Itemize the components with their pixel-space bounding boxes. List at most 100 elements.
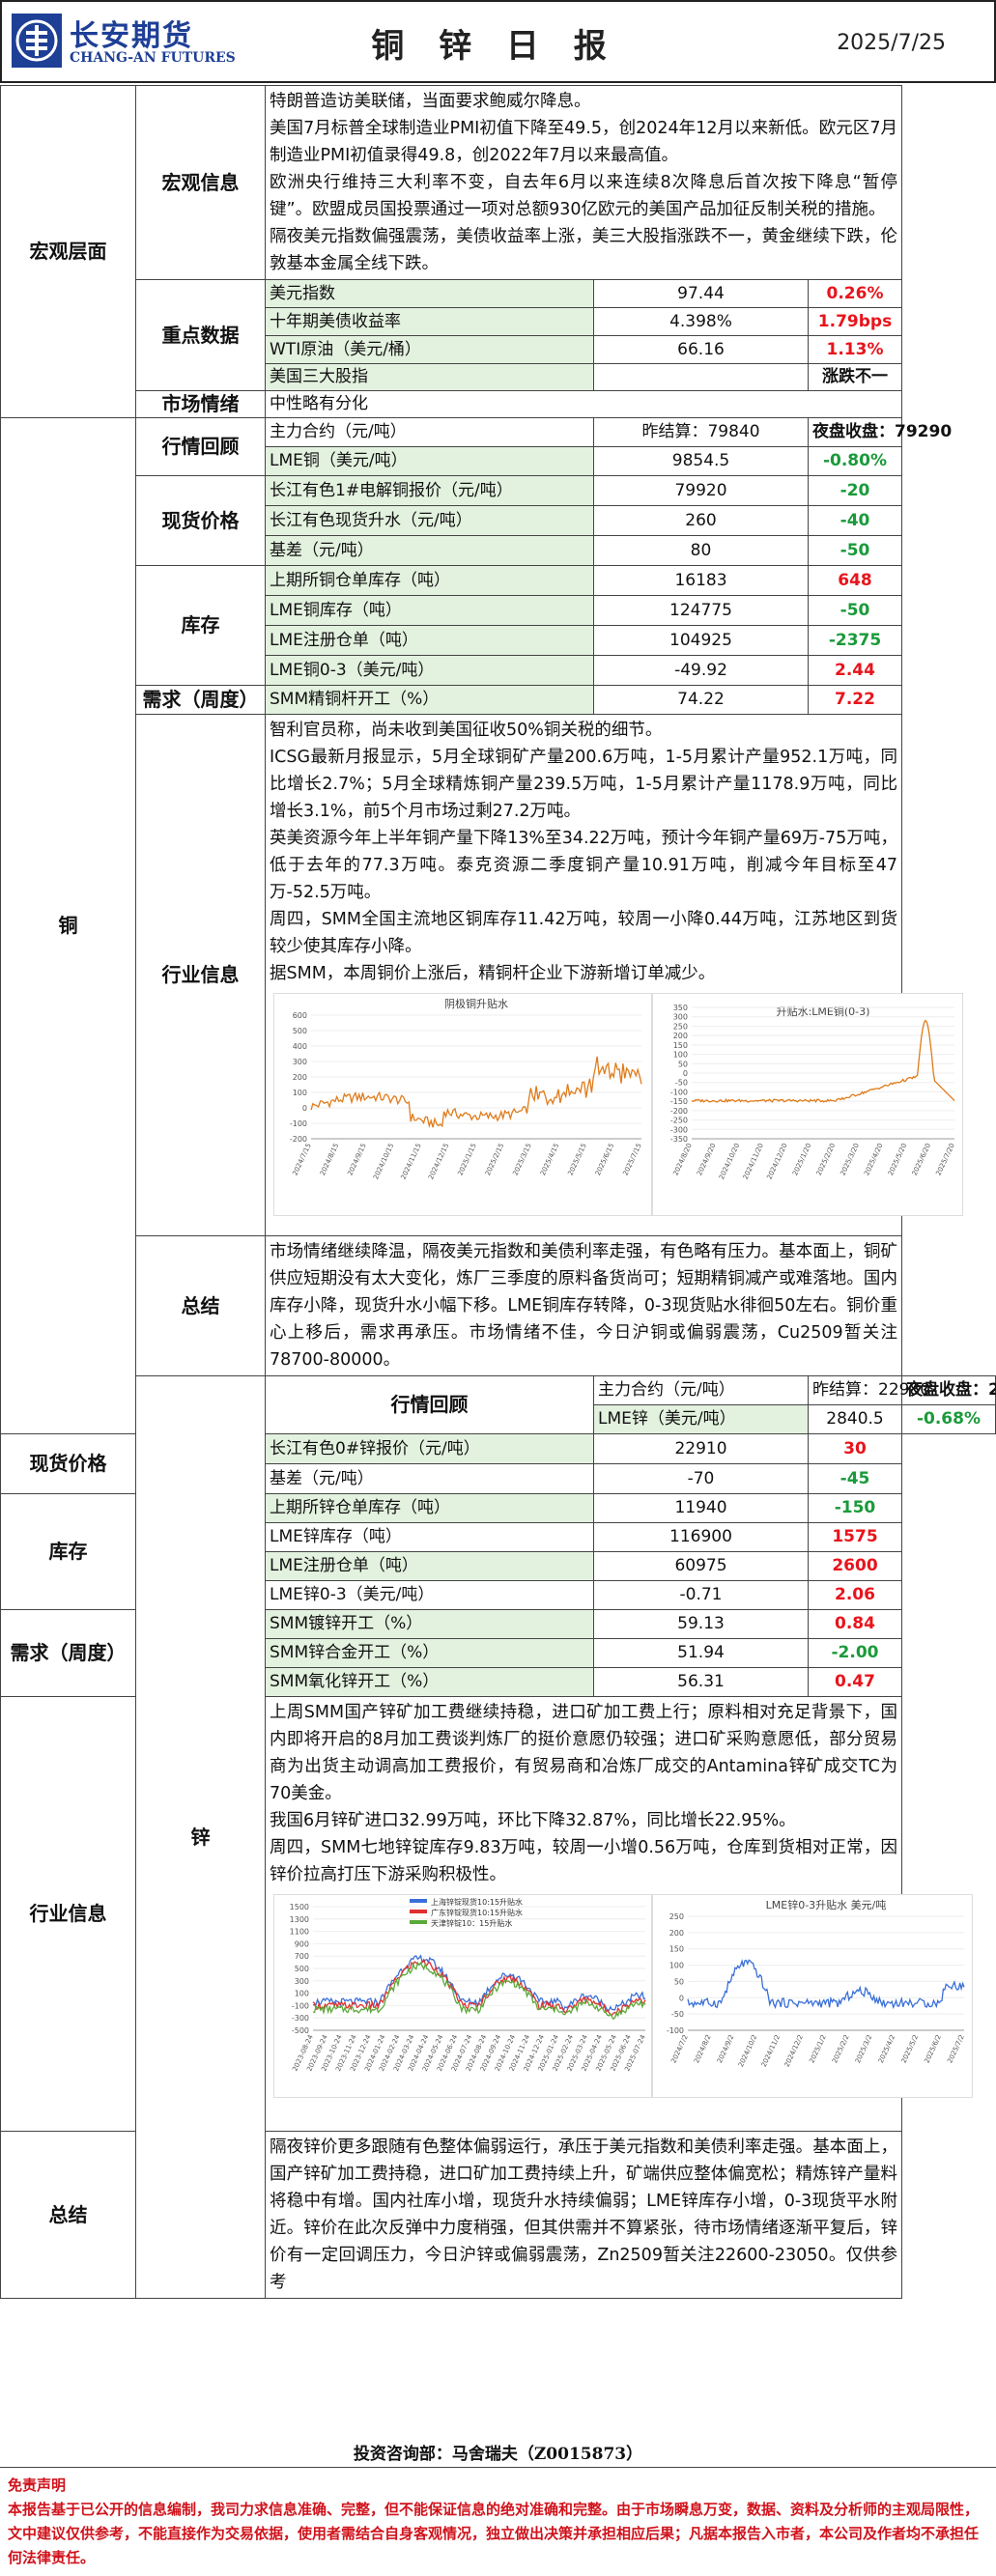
x-tick-label: 2025/4/20 [863, 1142, 884, 1176]
cu-spot-change: -20 [808, 475, 902, 506]
x-tick-label: 2025/2/2 [831, 2033, 851, 2064]
zn-industry-para: 上周SMM国产锌矿加工费继续持稳，进口矿加工费上行；原料相对充足背景下，国内即将… [270, 1703, 897, 1803]
x-tick-label: 2025/2/20 [815, 1142, 837, 1176]
x-tick-label: 2024/10/15 [372, 1142, 395, 1180]
section-macro: 宏观层面 [0, 85, 136, 418]
cu-stock-name: 上期所铜仓单库存（吨） [265, 565, 594, 596]
y-tick-label: 200 [293, 1073, 307, 1082]
zn-quote-value: 昨结算：22980 [808, 1375, 930, 1405]
y-tick-label: 900 [295, 1939, 309, 1948]
cu-stock-label: 库存 [135, 565, 266, 686]
x-tick-label: 2024/7/2 [669, 2033, 690, 2064]
y-tick-label: -300 [292, 2014, 309, 2023]
zn-stock-value: -0.71 [593, 1580, 809, 1610]
section-copper: 铜 [0, 417, 136, 1434]
y-tick-label: 0 [679, 1994, 684, 2002]
y-tick-label: 200 [669, 1929, 684, 1938]
x-tick-label: 2025/2/15 [484, 1142, 505, 1176]
zn-premium-chart: -500 -300 -100 100 300 500 700 900 1100 1300 1500 2… [273, 1894, 652, 2098]
zn-demand-change: 0.84 [808, 1609, 902, 1639]
zn-premium-series [312, 1958, 646, 2016]
zn-demand-label: 需求（周度） [0, 1609, 136, 1697]
key-row-change: 1.13% [808, 335, 902, 364]
y-tick-label: 500 [295, 1965, 309, 1973]
key-row-change: 1.79bps [808, 307, 902, 336]
macro-para: 隔夜美元指数偏强震荡，美债收益率上涨，美三大股指涨跌不一，黄金继续下跌，伦敦基本… [270, 227, 897, 273]
macro-info-label: 宏观信息 [135, 85, 266, 280]
changan-logo-icon [12, 14, 62, 68]
zn-spot-name: 基差（元/吨） [265, 1463, 594, 1494]
key-row-value [593, 363, 809, 391]
key-row-name: WTI原油（美元/桶） [265, 335, 594, 364]
logo-en-text: CHANG-AN FUTURES [70, 50, 236, 66]
x-tick-label: 2024/11/2 [760, 2033, 782, 2068]
cu-summary-label: 总结 [135, 1235, 266, 1376]
cu-charts: 阴极铜升贴水 -200 -100 0 100 200 300 400 500 600 2024/7/… [270, 987, 963, 1220]
zn-summary-label: 总结 [0, 2131, 136, 2299]
y-tick-label: 150 [669, 1945, 684, 1954]
y-tick-label: -350 [670, 1135, 688, 1144]
y-tick-label: 1100 [290, 1928, 309, 1937]
y-tick-label: -150 [670, 1097, 688, 1106]
zn-demand-change: -2.00 [808, 1638, 902, 1668]
y-tick-label: 150 [673, 1041, 688, 1050]
x-tick-label: 2025/3/15 [511, 1142, 532, 1176]
zn-spot-value: -70 [593, 1463, 809, 1494]
zn-industry-label: 行业信息 [0, 1696, 136, 2132]
x-tick-label: 2025/7/2 [946, 2033, 966, 2064]
x-tick-label: 2024/8/20 [671, 1142, 693, 1176]
cu-lme-series [691, 1019, 955, 1104]
zn-stock-value: 11940 [593, 1493, 809, 1523]
zn-spot-name: 长江有色0#锌报价（元/吨） [265, 1433, 594, 1464]
cu-summary-text: 市场情绪继续降温，隔夜美元指数和美债利率走强，有色略有压力。基本面上，铜矿供应短… [265, 1235, 902, 1376]
cu-quote-name: 主力合约（元/吨） [265, 417, 594, 447]
cu-stock-value: 104925 [593, 625, 809, 656]
x-tick-label: 2024/7/15 [291, 1142, 312, 1176]
x-tick-label: 2024/12/20 [765, 1142, 788, 1180]
zn-demand-name: SMM镀锌开工（%） [265, 1609, 594, 1639]
zn-demand-name: SMM氧化锌开工（%） [265, 1667, 594, 1697]
y-tick-label: 700 [295, 1952, 309, 1961]
zn-demand-value: 51.94 [593, 1638, 809, 1668]
cu-spot-change: -40 [808, 505, 902, 536]
zn-stock-label: 库存 [0, 1493, 136, 1610]
zn-lme-series [687, 1959, 965, 2010]
cu-stock-change: 2.44 [808, 655, 902, 686]
cu-lme-chart-svg: 升贴水:LME铜(0-3) -350-300-250-200-150-100-50… [670, 1004, 956, 1180]
zn-demand-name: SMM锌合金开工（%） [265, 1638, 594, 1668]
disclaimer-block: 免责声明 本报告基于已公开的信息编制，我司力求信息准确、完整，但不能保证信息的绝… [0, 2467, 996, 2576]
zn-quote-name: 主力合约（元/吨） [593, 1375, 809, 1405]
y-tick-label: 300 [673, 1013, 688, 1022]
x-tick-label: 2025/1/2 [808, 2033, 828, 2064]
legend-swatch [410, 1920, 427, 1924]
y-tick-label: 250 [669, 1912, 684, 1921]
key-row-value: 66.16 [593, 335, 809, 364]
zn-quote-label: 行情回顾 [265, 1375, 594, 1434]
section-zinc: 锌 [135, 1375, 266, 2299]
y-tick-label: 0 [683, 1069, 688, 1078]
y-tick-label: 100 [673, 1051, 688, 1060]
cu-spot-value: 79920 [593, 475, 809, 506]
zn-quote-change: 夜盘收盘：22835 [901, 1375, 996, 1405]
cu-industry-para: ICSG最新月报显示，5月全球铜矿产量200.6万吨，1-5月累计产量952.1… [270, 748, 897, 821]
cu-industry-para: 英美资源今年上半年铜产量下降13%至34.22万吨，预计今年铜产量69万-75万… [270, 829, 897, 902]
disclaimer-title: 免责声明 [8, 2477, 67, 2494]
x-tick-label: 2024/11/15 [400, 1142, 423, 1180]
cu-quote-value: 昨结算：79840 [593, 417, 809, 447]
y-tick-label: -300 [670, 1125, 688, 1134]
x-tick-label: 2025/7/20 [934, 1142, 955, 1176]
x-tick-label: 2025/6/20 [911, 1142, 932, 1176]
y-tick-label: 400 [293, 1042, 307, 1051]
x-tick-label: 2024/10/2 [737, 2033, 758, 2068]
y-tick-label: 100 [295, 1990, 309, 1998]
x-tick-label: 2025/5/15 [566, 1142, 587, 1176]
cu-demand-label: 需求（周度） [135, 685, 266, 715]
zn-summary-text: 隔夜锌价更多跟随有色整体偏弱运行，承压于美元指数和美债利率走强。基本面上，国产锌… [265, 2131, 902, 2299]
y-tick-label: 0 [302, 1104, 307, 1113]
zn-quote-change: -0.68% [901, 1404, 996, 1434]
y-tick-label: 500 [293, 1027, 307, 1035]
y-tick-label: 600 [293, 1011, 307, 1020]
zn-spot-label: 现货价格 [0, 1433, 136, 1494]
zn-demand-value: 59.13 [593, 1609, 809, 1639]
cu-spot-label: 现货价格 [135, 475, 266, 566]
